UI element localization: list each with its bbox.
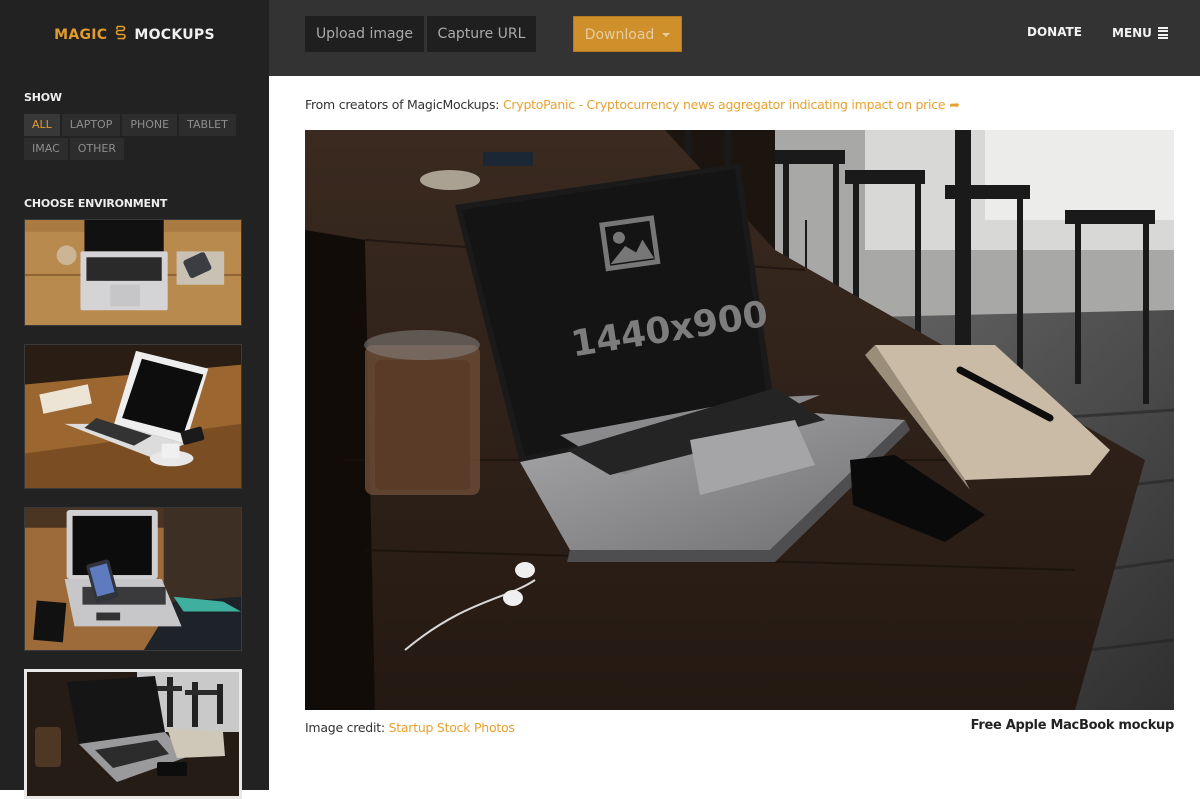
top-toolbar: Upload image Capture URL Download DONATE… (269, 0, 1200, 76)
cryptopanic-link[interactable]: CryptoPanic - Cryptocurrency news aggreg… (503, 97, 946, 112)
filter-all[interactable]: ALL (24, 114, 60, 136)
mockup-title: Free Apple MacBook mockup (970, 718, 1175, 733)
credit-prefix: Image credit: (305, 720, 385, 735)
download-dropdown-button[interactable]: Download (573, 16, 682, 52)
thumb-image-laptop-coffee (25, 345, 241, 488)
logo-text-mockups: MOCKUPS (134, 27, 215, 43)
thumb-image-phone-laptop (25, 508, 241, 650)
hamburger-icon (1157, 25, 1168, 41)
mockup-preview[interactable]: 1440x900 (305, 130, 1174, 710)
environment-thumb-2[interactable] (24, 344, 242, 489)
mockup-scene: 1440x900 (305, 130, 1174, 710)
menu-label: MENU (1112, 25, 1152, 40)
share-arrow-icon: ➦ (949, 97, 960, 112)
download-label: Download (584, 27, 655, 43)
capture-url-button[interactable]: Capture URL (427, 16, 536, 52)
filter-laptop[interactable]: LAPTOP (61, 114, 121, 136)
filter-tablet[interactable]: TABLET (179, 114, 236, 136)
caret-down-icon (662, 33, 671, 37)
choose-environment-title: CHOOSE ENVIRONMENT (24, 197, 168, 210)
logo-text-magic: MAGIC (54, 27, 108, 43)
environment-thumb-3[interactable] (24, 507, 242, 651)
environment-thumb-4-selected[interactable] (24, 669, 242, 799)
filter-imac[interactable]: IMAC (24, 138, 68, 160)
environment-thumb-1[interactable] (24, 219, 242, 326)
thumb-image-laptop-desk (25, 220, 241, 325)
device-filter-group: ALL LAPTOP PHONE TABLET IMAC OTHER (24, 114, 244, 160)
credit-link[interactable]: Startup Stock Photos (389, 720, 515, 735)
image-credit: Image credit: Startup Stock Photos (305, 720, 515, 735)
logo[interactable]: MAGIC MOCKUPS (0, 0, 269, 70)
upload-image-button[interactable]: Upload image (305, 16, 424, 52)
sidebar: MAGIC MOCKUPS SHOW ALL LAPTOP PHONE TABL… (0, 0, 269, 799)
promo-banner: From creators of MagicMockups: CryptoPan… (305, 97, 960, 112)
show-section-title: SHOW (24, 91, 62, 104)
menu-button[interactable]: MENU (1112, 25, 1168, 41)
filter-phone[interactable]: PHONE (122, 114, 178, 136)
logo-mark-icon (115, 25, 127, 45)
thumb-image-cafe-laptop (27, 672, 239, 796)
promo-prefix: From creators of MagicMockups: (305, 97, 500, 112)
donate-link[interactable]: DONATE (1027, 25, 1082, 39)
filter-other[interactable]: OTHER (69, 138, 124, 160)
